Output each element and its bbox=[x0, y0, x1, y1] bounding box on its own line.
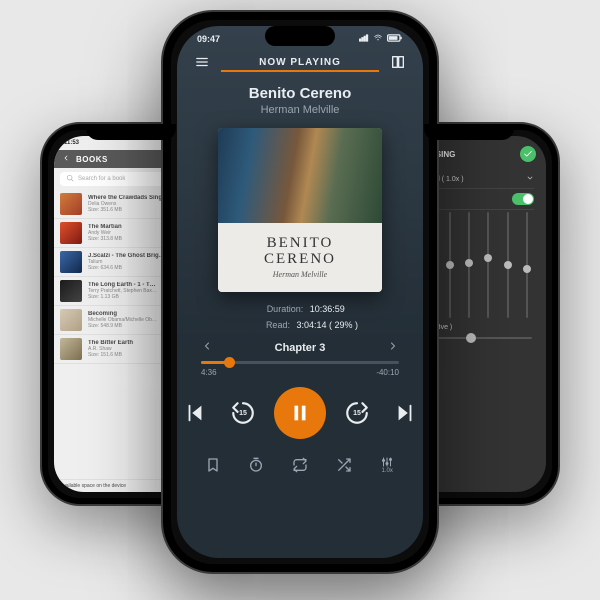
chapters-icon[interactable] bbox=[389, 54, 407, 75]
eq-settings-button[interactable]: 1.0x bbox=[372, 453, 402, 477]
repeat-button[interactable] bbox=[285, 453, 315, 477]
eq-track bbox=[507, 212, 509, 318]
back-icon[interactable] bbox=[62, 154, 70, 164]
cover-title: BENITOCERENO bbox=[264, 236, 336, 268]
next-chapter-icon[interactable] bbox=[387, 340, 399, 355]
duration-label: Duration: bbox=[255, 304, 303, 314]
book-meta: J.Scalzi - The Ghost BrigadesTaliumSize:… bbox=[88, 253, 168, 271]
pause-icon bbox=[289, 402, 311, 424]
menu-icon[interactable] bbox=[193, 55, 211, 74]
duration-line: Duration: 10:36:59 bbox=[177, 304, 423, 314]
library-title: BOOKS bbox=[76, 155, 108, 164]
player-phone: 09:47 ⟳ NOW PLAYING Benito Cereno Herman… bbox=[161, 10, 439, 574]
progress-thumb[interactable] bbox=[224, 357, 235, 368]
status-right bbox=[359, 34, 403, 44]
eq-thumb[interactable] bbox=[465, 259, 473, 267]
prev-track-button[interactable] bbox=[178, 396, 212, 430]
rewind-15-button[interactable]: 15 bbox=[226, 396, 260, 430]
book-cover-thumb bbox=[60, 280, 82, 302]
eq-band[interactable] bbox=[522, 212, 532, 318]
eq-band[interactable] bbox=[483, 212, 493, 318]
status-time: 09:47 bbox=[197, 34, 220, 44]
book-cover-thumb bbox=[60, 251, 82, 273]
cover-author: Herman Melville bbox=[273, 270, 327, 279]
eq-band[interactable] bbox=[445, 212, 455, 318]
eq-thumb[interactable] bbox=[523, 265, 531, 273]
read-label: Read: bbox=[242, 320, 290, 330]
track-author: Herman Melville bbox=[177, 104, 423, 116]
book-meta: The Long Earth - 1 - The…Terry Pratchett… bbox=[88, 282, 159, 300]
forward-secs: 15 bbox=[353, 410, 361, 417]
progress-track bbox=[201, 361, 399, 364]
eq-band[interactable] bbox=[503, 212, 513, 318]
next-track-button[interactable] bbox=[388, 396, 422, 430]
progress-bar[interactable]: 4:36 -40:10 bbox=[177, 355, 423, 377]
prev-chapter-icon[interactable] bbox=[201, 340, 213, 355]
now-playing-header: NOW PLAYING bbox=[177, 52, 423, 77]
search-icon bbox=[66, 174, 74, 184]
battery-icon bbox=[387, 34, 403, 42]
book-size: Size: 351.6 MB bbox=[88, 207, 168, 213]
status-time: 11:53 bbox=[64, 140, 79, 146]
search-placeholder: Search for a book bbox=[78, 176, 125, 182]
eq-thumb[interactable] bbox=[446, 261, 454, 269]
duration-value: 10:36:59 bbox=[310, 304, 345, 314]
eq-thumb[interactable] bbox=[484, 254, 492, 262]
chapter-label: Chapter 3 bbox=[275, 342, 326, 354]
book-cover-thumb bbox=[60, 309, 82, 331]
book-size: Size: 634.6 MB bbox=[88, 265, 168, 271]
book-size: Size: 151.6 MB bbox=[88, 352, 162, 358]
transport-controls: 15 15 bbox=[177, 387, 423, 439]
shuffle-button[interactable] bbox=[329, 453, 359, 477]
play-pause-button[interactable] bbox=[274, 387, 326, 439]
notch bbox=[86, 124, 176, 140]
book-size: Size: 548.9 MB bbox=[88, 323, 159, 329]
eq-speed-label: 1.0x bbox=[382, 468, 393, 474]
sleep-timer-button[interactable] bbox=[241, 453, 271, 477]
book-meta: The Bitter EarthA.R. ShawSize: 151.6 MB bbox=[88, 340, 162, 358]
chapter-row: Chapter 3 bbox=[177, 330, 423, 355]
signal-icon bbox=[359, 34, 370, 42]
eq-track bbox=[449, 212, 451, 318]
progress-times: 4:36 -40:10 bbox=[201, 368, 399, 377]
wifi-icon bbox=[372, 34, 384, 42]
read-value: 3:04:14 ( 29% ) bbox=[296, 320, 358, 330]
book-size: Size: 1.13 GB bbox=[88, 294, 159, 300]
equalizer-toggle[interactable] bbox=[512, 193, 534, 205]
elapsed-time: 4:36 bbox=[201, 368, 217, 377]
eq-band[interactable] bbox=[464, 212, 474, 318]
screen-title: NOW PLAYING bbox=[221, 57, 379, 72]
remaining-time: -40:10 bbox=[376, 368, 399, 377]
notch bbox=[424, 124, 514, 140]
book-size: Size: 313.8 MB bbox=[88, 236, 168, 242]
track-title: Benito Cereno bbox=[177, 85, 423, 102]
bottom-toolbar: 1.0x bbox=[177, 453, 423, 489]
forward-15-button[interactable]: 15 bbox=[340, 396, 374, 430]
book-meta: Where the Crawdads SingDelia OwensSize: … bbox=[88, 195, 168, 213]
chevron-down-icon bbox=[526, 174, 534, 184]
rewind-secs: 15 bbox=[239, 410, 247, 417]
cover-painting bbox=[218, 128, 382, 223]
book-meta: BecomingMichelle Obama/Michelle Oba…Size… bbox=[88, 311, 159, 329]
book-cover-thumb bbox=[60, 338, 82, 360]
book-cover-thumb bbox=[60, 193, 82, 215]
cover-text: BENITOCERENO Herman Melville bbox=[218, 223, 382, 292]
read-line: Read: 3:04:14 ( 29% ) bbox=[177, 320, 423, 330]
book-meta: The MartianAndy WeirSize: 313.8 MB bbox=[88, 224, 168, 242]
dynamic-island bbox=[265, 26, 335, 46]
eq-track bbox=[487, 212, 489, 318]
eq-track bbox=[526, 212, 528, 318]
cover-art: BENITOCERENO Herman Melville bbox=[218, 128, 382, 292]
apply-button[interactable] bbox=[520, 146, 536, 162]
book-cover-thumb bbox=[60, 222, 82, 244]
player-screen: 09:47 ⟳ NOW PLAYING Benito Cereno Herman… bbox=[177, 26, 423, 558]
eq-thumb[interactable] bbox=[504, 261, 512, 269]
pitch-thumb[interactable] bbox=[466, 333, 476, 343]
bookmark-button[interactable] bbox=[198, 453, 228, 477]
eq-track bbox=[468, 212, 470, 318]
